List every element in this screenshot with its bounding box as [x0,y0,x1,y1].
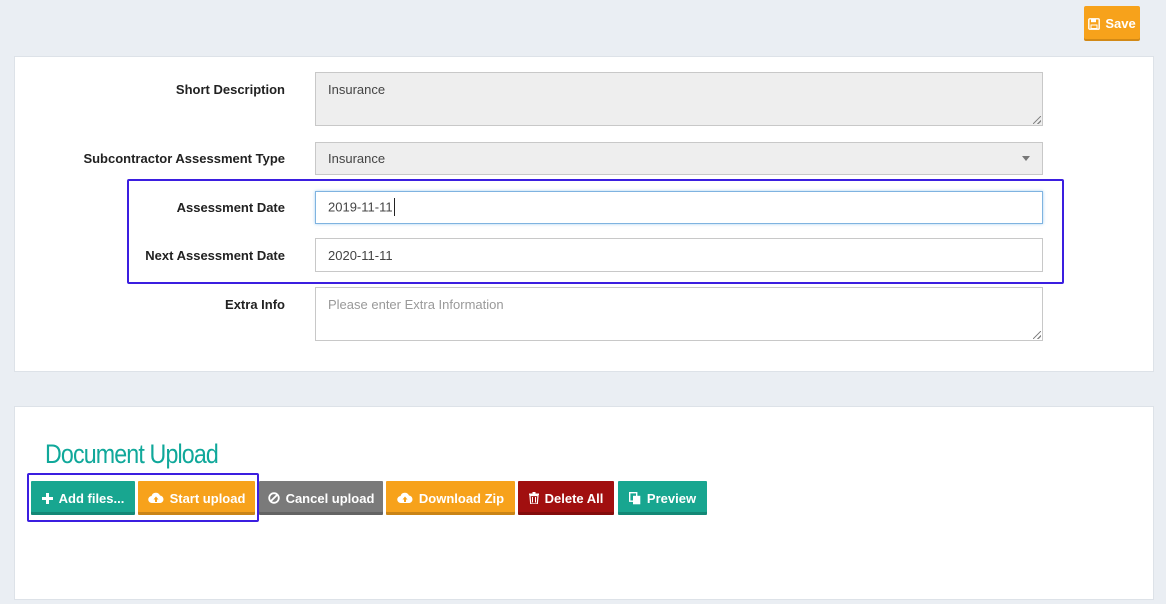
assessment-form-panel: Short Description Insurance Subcontracto… [14,56,1154,372]
add-files-label: Add files... [58,490,125,506]
preview-label: Preview [646,490,697,506]
next-assessment-date-input[interactable]: 2020-11-11 [315,238,1043,272]
cancel-upload-button[interactable]: Cancel upload [259,481,383,515]
add-files-button[interactable]: Add files... [31,481,135,515]
cloud-upload-icon [147,492,164,504]
plus-icon [41,492,53,504]
assessment-type-label: Subcontractor Assessment Type [83,151,285,166]
assessment-type-select[interactable]: Insurance [315,142,1043,175]
short-description-label: Short Description [175,82,285,97]
document-upload-title: Document Upload [45,439,219,469]
assessment-date-label: Assessment Date [176,200,285,215]
floppy-disk-icon [1088,17,1101,30]
extra-info-placeholder: Please enter Extra Information [328,297,504,312]
short-description-field[interactable]: Insurance [315,72,1043,126]
ban-icon [267,492,280,504]
start-upload-button[interactable]: Start upload [138,481,255,515]
download-zip-label: Download Zip [418,490,505,506]
chevron-down-icon [1022,156,1030,161]
preview-button[interactable]: Preview [618,481,707,515]
trash-icon [528,492,539,504]
document-upload-panel: Document Upload Add files... Start uploa… [14,406,1154,600]
delete-all-label: Delete All [544,490,604,506]
cloud-upload-icon [397,492,413,504]
copy-icon [628,491,641,505]
download-zip-button[interactable]: Download Zip [386,481,515,515]
short-description-value: Insurance [328,82,386,97]
delete-all-button[interactable]: Delete All [518,481,614,515]
next-assessment-date-label: Next Assessment Date [145,248,285,263]
cancel-upload-label: Cancel upload [285,490,375,506]
extra-info-label: Extra Info [225,297,285,312]
assessment-type-value: Insurance [328,151,386,166]
next-assessment-date-value: 2020-11-11 [328,248,393,263]
text-cursor [393,198,395,216]
assessment-date-input[interactable]: 2019-11-11 [315,191,1043,224]
save-button-label: Save [1105,16,1136,31]
start-upload-label: Start upload [169,490,246,506]
extra-info-textarea[interactable]: Please enter Extra Information [315,287,1043,341]
resize-grip-icon[interactable] [1033,331,1041,339]
assessment-date-value: 2019-11-11 [328,199,393,215]
resize-grip-icon[interactable] [1033,116,1041,124]
save-button[interactable]: Save [1084,6,1140,41]
